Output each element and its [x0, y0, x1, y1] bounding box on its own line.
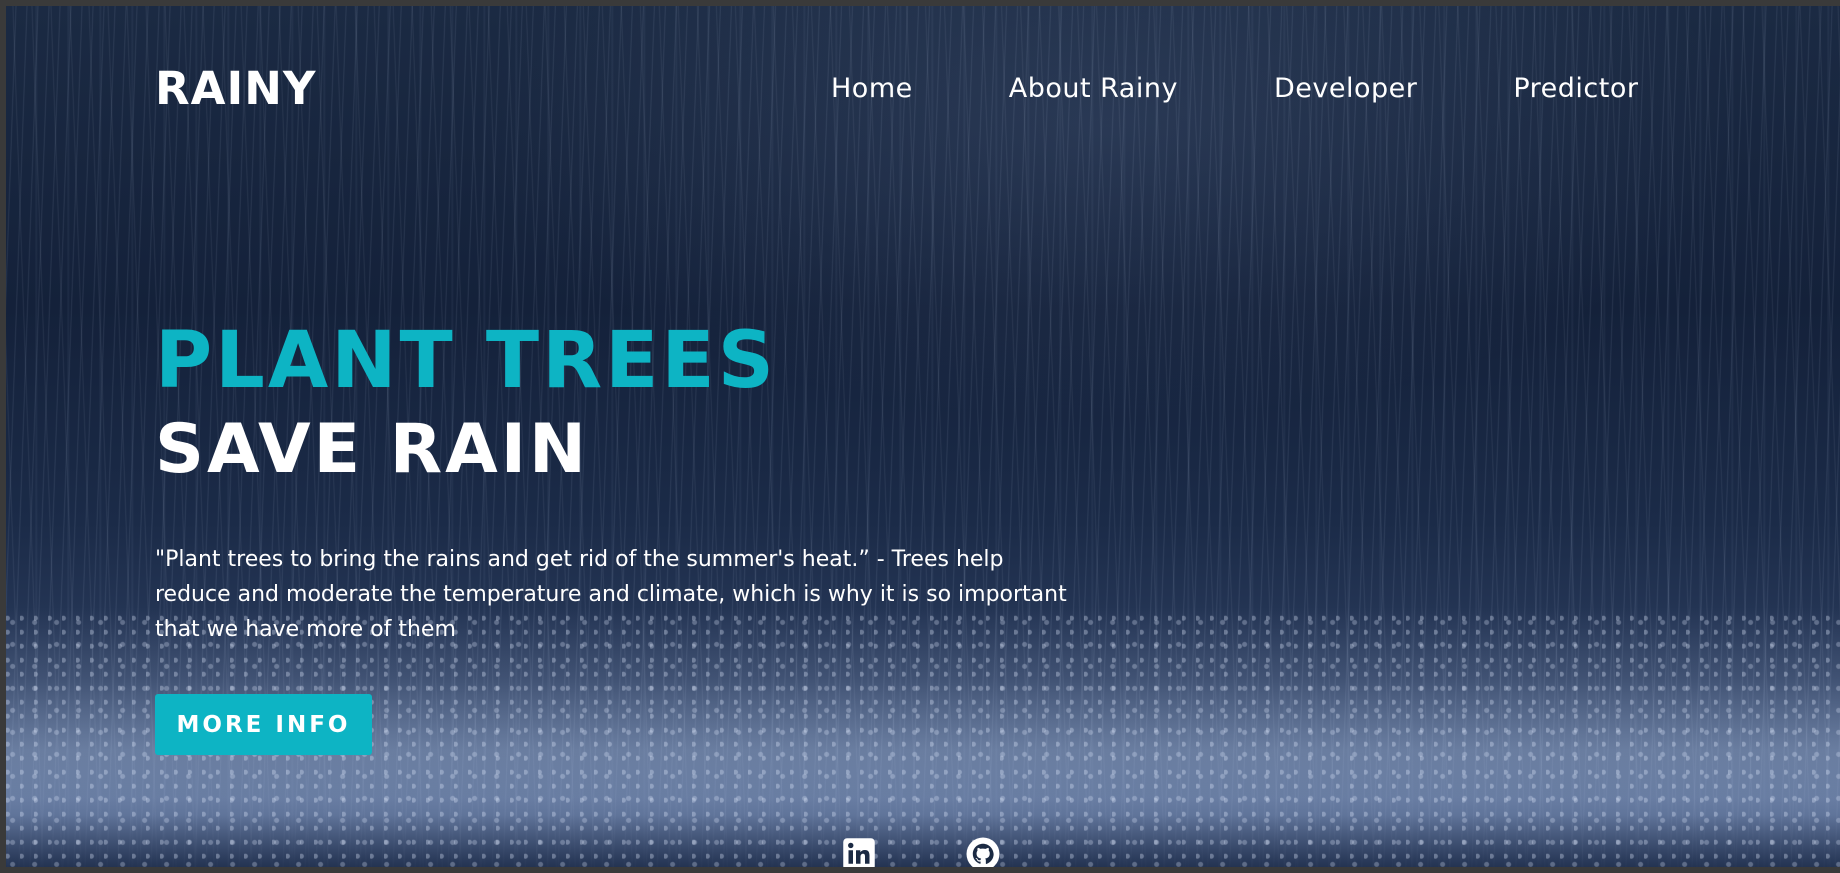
- linkedin-icon[interactable]: [841, 836, 877, 867]
- nav-predictor[interactable]: Predictor: [1513, 72, 1638, 106]
- nav-links: Home About Rainy Developer Predictor: [831, 72, 1638, 106]
- github-icon[interactable]: [965, 836, 1001, 867]
- nav-home[interactable]: Home: [831, 72, 913, 106]
- hero-background: RAINY Home About Rainy Developer Predict…: [6, 6, 1840, 867]
- nav-about-rainy[interactable]: About Rainy: [1009, 72, 1178, 106]
- hero-title-line1: PLANT TREES: [155, 316, 777, 406]
- github-icon-svg: [966, 837, 1000, 867]
- brand-logo[interactable]: RAINY: [155, 64, 316, 114]
- hero-title-line2: SAVE RAIN: [155, 410, 589, 489]
- linkedin-icon-svg: [843, 838, 875, 867]
- top-nav: RAINY Home About Rainy Developer Predict…: [6, 64, 1840, 114]
- nav-developer[interactable]: Developer: [1274, 72, 1417, 106]
- social-links: [841, 836, 1001, 867]
- more-info-button[interactable]: MORE INFO: [155, 694, 372, 755]
- hero-section: PLANT TREES SAVE RAIN "Plant trees to br…: [155, 316, 1095, 755]
- hero-quote: "Plant trees to bring the rains and get …: [155, 547, 1067, 642]
